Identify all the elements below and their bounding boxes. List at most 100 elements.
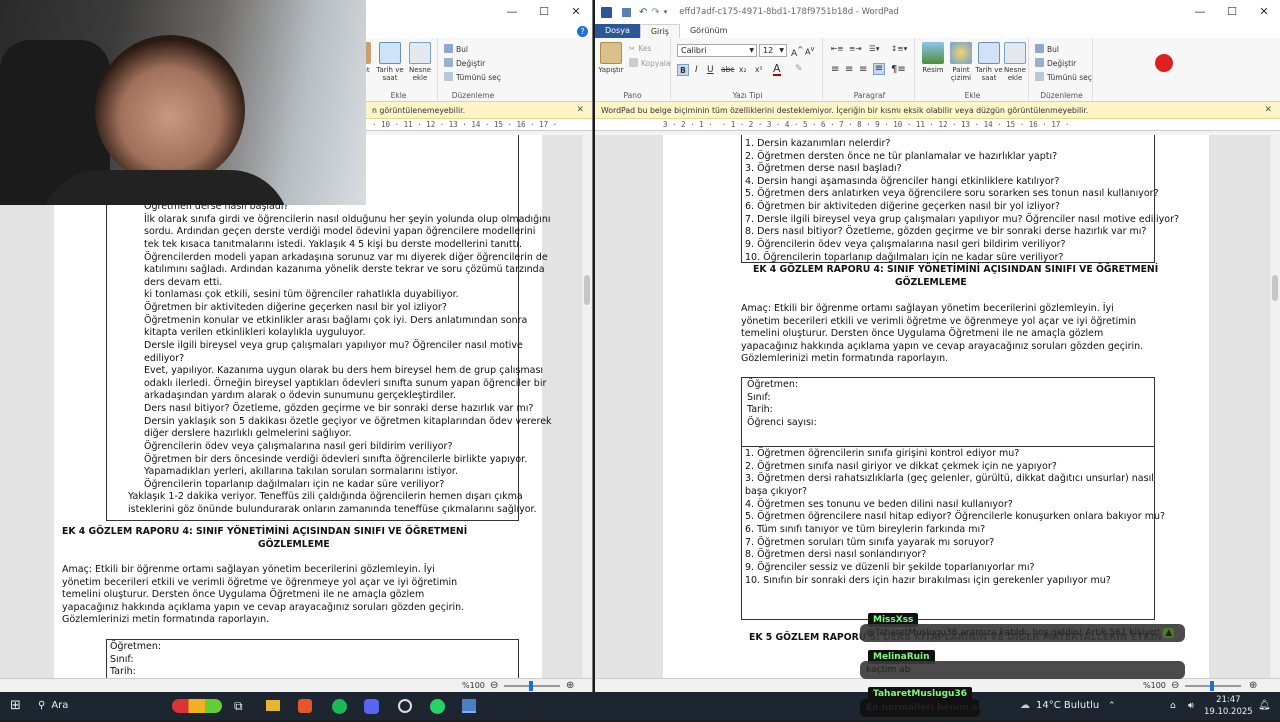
cut-button[interactable]: ✂ Kes xyxy=(629,44,651,53)
zoom-in-button[interactable]: ⊕ xyxy=(1249,679,1257,692)
close-button[interactable]: ✕ xyxy=(1248,0,1280,24)
minimize-button[interactable]: — xyxy=(496,0,528,24)
volume-icon[interactable]: 🔊︎ xyxy=(1188,692,1194,720)
redo-icon[interactable]: ↷ xyxy=(651,7,659,18)
replace-button[interactable]: Değiştir xyxy=(444,58,485,68)
date-time-button[interactable]: Tarih ve saat xyxy=(975,42,1003,82)
tray-chevron-icon[interactable]: ⌃ xyxy=(1108,692,1116,720)
find-button[interactable]: Bul xyxy=(444,44,468,54)
strikethrough-icon[interactable]: abc xyxy=(721,65,734,74)
whatsapp-icon[interactable] xyxy=(430,699,445,714)
network-icon[interactable]: ⌂ xyxy=(1170,692,1176,720)
undo-icon[interactable]: ↶ xyxy=(639,7,647,18)
fruit-widget-icon[interactable] xyxy=(172,699,222,713)
justify-icon[interactable]: ≡ xyxy=(873,63,885,75)
grow-font-icon[interactable]: A^ xyxy=(791,45,803,59)
date-time-button[interactable]: Tarih ve saat xyxy=(376,42,404,82)
purpose-line: yapacağınız hakkında açıklama yapın ve c… xyxy=(62,601,465,613)
zoom-slider-thumb[interactable] xyxy=(1210,681,1214,691)
obs-icon[interactable] xyxy=(398,699,412,713)
document-line: Öğrencilerden modeli yapan arkadaşına so… xyxy=(144,251,548,263)
maximize-button[interactable]: ☐ xyxy=(528,0,560,24)
list-icon[interactable]: ☰▾ xyxy=(869,44,880,53)
vertical-scrollbar[interactable] xyxy=(1269,135,1280,678)
vertical-scrollbar[interactable] xyxy=(581,135,592,678)
window-title: effd7adf-c175-4971-8bd1-178f9751b18d - W… xyxy=(679,7,899,17)
find-button[interactable]: Bul xyxy=(1035,44,1059,54)
zoom-in-button[interactable]: ⊕ xyxy=(566,679,574,692)
close-icon[interactable]: ✕ xyxy=(576,102,584,119)
subscript-icon[interactable]: x₂ xyxy=(739,65,746,74)
increase-indent-icon[interactable]: ≡⇥ xyxy=(849,44,862,53)
decrease-indent-icon[interactable]: ⇤≡ xyxy=(831,44,844,53)
select-all-button[interactable]: Tümünü seç xyxy=(444,72,501,82)
line-spacing-icon[interactable]: ↕≡▾ xyxy=(891,44,907,53)
brave-browser-icon[interactable] xyxy=(298,699,312,713)
align-center-icon[interactable]: ≡ xyxy=(845,64,853,75)
zoom-out-button[interactable]: ⊖ xyxy=(1171,679,1179,692)
binoculars-icon xyxy=(444,44,453,53)
task-view-icon[interactable]: ⧉ xyxy=(234,692,243,720)
group-label: Ekle xyxy=(390,91,407,100)
tab-dosya[interactable]: Dosya xyxy=(595,24,640,38)
question-item: 4. Dersin hangi aşamasında öğrenciler ha… xyxy=(745,175,1060,187)
question-item: 10. Sınıfın bir sonraki ders için hazır … xyxy=(745,574,1111,586)
ekle-group: Resim Paint çizimi Tarih ve saat Nesne e… xyxy=(917,38,1029,102)
picture-button[interactable]: Resim xyxy=(919,42,947,74)
taskbar: ⊞ ⚲ Ara ⧉ ☁ 14°C Bulutlu ⌃ ⌂ 🔊︎ 21:47 19.10… xyxy=(0,692,1280,720)
save-icon[interactable] xyxy=(622,7,631,17)
select-all-button[interactable]: Tümünü seç xyxy=(1035,72,1092,82)
question-item: 7. Öğretmen soruları tüm sınıfa yayarak … xyxy=(745,536,995,548)
file-explorer-icon[interactable] xyxy=(266,700,280,711)
question-item: başa çıkıyor? xyxy=(745,485,808,497)
select-all-icon xyxy=(1035,72,1044,81)
copy-button[interactable]: Kopyala xyxy=(629,58,671,68)
question-item: 5. Öğretmen öğrencilere nasıl hitap ediy… xyxy=(745,511,1166,523)
document-line: Öğrencilerin toparlanıp dağılmaları için… xyxy=(144,478,445,490)
question-item: 5. Öğretmen ders anlatırken veya öğrenci… xyxy=(745,188,1159,200)
maximize-button[interactable]: ☐ xyxy=(1216,0,1248,24)
font-name-select[interactable]: Calibri ▼ xyxy=(677,44,757,57)
zoom-out-button[interactable]: ⊖ xyxy=(490,679,498,692)
highlight-icon[interactable]: ✎ xyxy=(795,64,803,74)
align-left-icon[interactable]: ≡ xyxy=(831,64,839,75)
minimize-button[interactable]: — xyxy=(1184,0,1216,24)
spotify-icon[interactable] xyxy=(332,699,347,714)
zoom-slider-thumb[interactable] xyxy=(529,681,533,691)
paragraph-icon[interactable]: ¶≡ xyxy=(891,64,906,75)
italic-icon[interactable]: I xyxy=(695,65,698,75)
clock[interactable]: 21:47 19.10.2025 xyxy=(1204,694,1253,722)
paste-button[interactable]: Yapıştır xyxy=(597,42,625,74)
underline-icon[interactable]: U xyxy=(707,65,714,75)
group-label: Ekle xyxy=(964,91,981,100)
replace-button[interactable]: Değiştir xyxy=(1035,58,1076,68)
form-field-label: Sınıf: xyxy=(747,391,771,403)
quick-access-dropdown-icon[interactable]: ▾ xyxy=(664,8,668,16)
help-icon[interactable]: ? xyxy=(577,26,588,37)
shrink-font-icon[interactable]: Av xyxy=(805,45,814,57)
pano-group: Yapıştır ✂ Kes Kopyala Pano xyxy=(595,38,671,102)
wordpad-taskbar-icon[interactable] xyxy=(462,699,476,713)
question-item: 2. Öğretmen sınıfa nasıl giriyor ve dikk… xyxy=(745,460,1057,472)
tab-giris[interactable]: Giriş xyxy=(639,24,680,38)
notification-icon[interactable]: 🔔︎ xyxy=(1258,692,1271,720)
weather-widget[interactable]: ☁ 14°C Bulutlu xyxy=(1020,692,1099,720)
insert-object-button[interactable]: Nesne ekle xyxy=(406,42,434,82)
align-right-icon[interactable]: ≡ xyxy=(859,64,867,75)
tab-gorunum[interactable]: Görünüm xyxy=(680,24,737,38)
superscript-icon[interactable]: x² xyxy=(755,65,762,74)
right-titlebar: ↶ ↷ ▾ effd7adf-c175-4971-8bd1-178f9751b1… xyxy=(595,0,1280,24)
right-ruler: 3 · 2 · 1 · · 1 · 2 · 3 · 4 · 5 · 6 · 7 … xyxy=(595,119,1280,131)
search-box[interactable]: ⚲ Ara xyxy=(38,692,68,720)
discord-icon[interactable] xyxy=(364,699,379,714)
windows-start-icon[interactable]: ⊞ xyxy=(10,692,21,720)
chat-message: @TaharetMuslugu36 aramıza katıldı, hoş g… xyxy=(860,624,1185,642)
close-icon[interactable]: ✕ xyxy=(1264,102,1272,119)
bold-icon[interactable]: B xyxy=(677,64,689,76)
font-size-select[interactable]: 12 ▼ xyxy=(759,44,787,57)
insert-object-button[interactable]: Nesne ekle xyxy=(1001,42,1029,82)
close-button[interactable]: ✕ xyxy=(560,0,592,24)
paint-drawing-button[interactable]: Paint çizimi xyxy=(947,42,975,82)
document-line: sordu. Ardından geçen derste verdiği mod… xyxy=(144,226,536,238)
text-color-icon[interactable]: A xyxy=(773,63,781,76)
